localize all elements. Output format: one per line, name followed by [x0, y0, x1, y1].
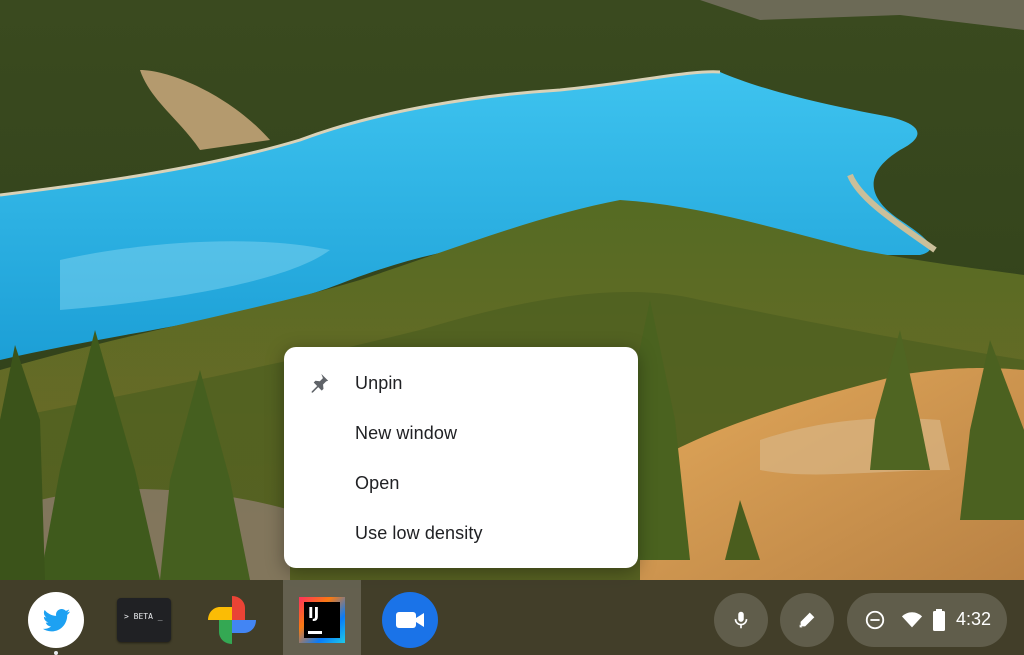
desktop: Unpin New window Open Use low density > … [0, 0, 1024, 655]
shelf-app-intellij[interactable]: IJ [294, 592, 350, 648]
clock: 4:32 [956, 609, 992, 629]
microphone-icon [734, 611, 748, 629]
menu-item-label: Open [355, 472, 400, 493]
stylus-icon [799, 612, 815, 628]
menu-item-label: Use low density [355, 522, 483, 543]
wifi-icon [901, 612, 923, 628]
terminal-icon-text: > BETA _ [124, 612, 163, 621]
do-not-disturb-icon [865, 610, 885, 630]
shelf-app-terminal[interactable]: > BETA _ [116, 592, 172, 648]
intellij-icon: IJ [299, 597, 345, 643]
context-menu: Unpin New window Open Use low density [284, 347, 638, 568]
intellij-icon-text: IJ [308, 604, 320, 622]
pinwheel-icon [208, 596, 256, 644]
shelf: > BETA _ IJ 4:32 [0, 580, 1024, 655]
terminal-icon: > BETA _ [117, 598, 171, 642]
status-area[interactable]: 4:32 [847, 593, 1007, 647]
video-camera-icon [382, 592, 438, 648]
menu-item-use-low-density[interactable]: Use low density [284, 508, 638, 558]
shelf-app-photos[interactable] [204, 592, 260, 648]
microphone-button[interactable] [714, 593, 768, 647]
menu-item-label: Unpin [355, 372, 403, 393]
twitter-bird-icon [28, 592, 84, 648]
pin-icon [308, 372, 330, 394]
running-indicator [54, 651, 58, 655]
stylus-button[interactable] [780, 593, 834, 647]
menu-item-new-window[interactable]: New window [284, 408, 638, 458]
shelf-app-duo[interactable] [382, 592, 438, 648]
menu-item-label: New window [355, 422, 458, 443]
battery-icon [933, 609, 945, 631]
menu-item-unpin[interactable]: Unpin [284, 358, 638, 408]
shelf-app-twitter[interactable] [28, 592, 84, 648]
menu-item-open[interactable]: Open [284, 458, 638, 508]
